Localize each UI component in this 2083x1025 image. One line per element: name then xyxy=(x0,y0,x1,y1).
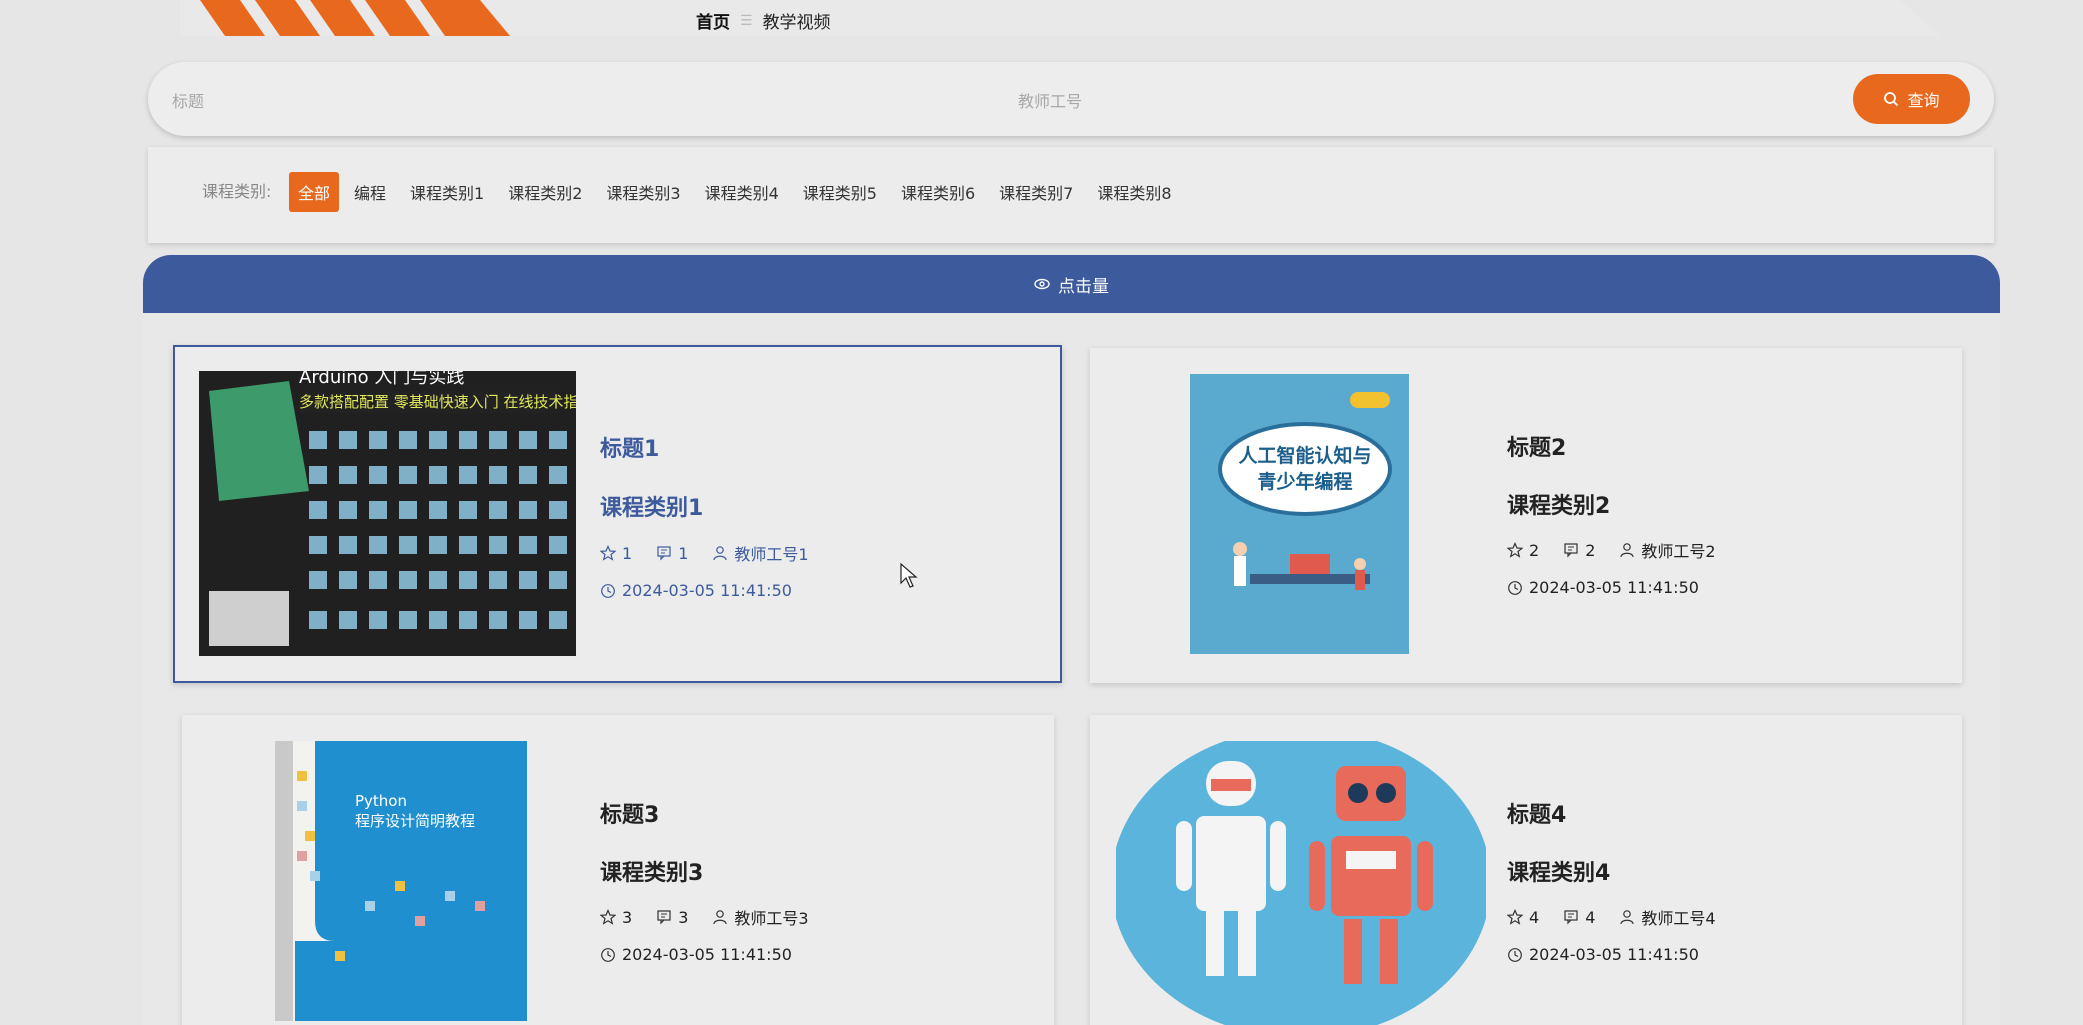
star-icon xyxy=(1507,542,1523,558)
title-search-input[interactable]: 标题 xyxy=(172,88,204,112)
card-category: 课程类别1 xyxy=(600,496,704,521)
category-chip-8[interactable]: 课程类别8 xyxy=(1088,172,1180,212)
comment-icon xyxy=(657,910,671,925)
category-chip-3[interactable]: 课程类别3 xyxy=(597,172,689,212)
search-bar: 标题 教师工号 查询 xyxy=(148,62,1994,136)
card-title[interactable]: 标题4 xyxy=(1507,797,1566,829)
top-banner-decoration xyxy=(180,0,1940,36)
video-thumbnail[interactable]: 人工智能认知与 青少年编程 xyxy=(1190,374,1409,654)
breadcrumb-current: 教学视频 xyxy=(762,13,831,33)
user-icon xyxy=(1620,910,1634,925)
search-button-label: 查询 xyxy=(1907,91,1940,110)
breadcrumb: 首页 ☰ 教学视频 xyxy=(696,8,831,34)
clock-icon xyxy=(601,583,615,598)
category-chip-programming[interactable]: 编程 xyxy=(345,172,395,212)
comments-count: 4 xyxy=(1585,907,1596,927)
publish-time: 2024-03-05 11:41:50 xyxy=(622,581,792,600)
likes-count: 2 xyxy=(1529,540,1540,560)
clock-icon xyxy=(601,947,615,962)
user-icon xyxy=(713,546,727,561)
comment-icon xyxy=(1564,910,1578,925)
category-chip-1[interactable]: 课程类别1 xyxy=(401,172,493,212)
card-title[interactable]: 标题2 xyxy=(1507,430,1566,462)
category-chip-7[interactable]: 课程类别7 xyxy=(990,172,1082,212)
card-category: 课程类别4 xyxy=(1507,861,1611,886)
video-card[interactable]: Python 程序设计简明教程 标题3 课程类别3 3 3 教师工号3 2024… xyxy=(182,715,1054,1025)
likes-count: 1 xyxy=(622,543,633,563)
comments-count: 3 xyxy=(678,907,689,927)
search-icon xyxy=(1884,92,1899,107)
category-chip-all[interactable]: 全部 xyxy=(289,172,340,212)
publish-time: 2024-03-05 11:41:50 xyxy=(1529,945,1699,964)
star-icon xyxy=(600,545,616,561)
card-time: 2024-03-05 11:41:50 xyxy=(1507,945,1699,964)
likes-count: 4 xyxy=(1529,907,1540,927)
video-thumbnail[interactable] xyxy=(1116,741,1486,1025)
card-meta: 3 3 教师工号3 xyxy=(600,905,827,929)
user-icon xyxy=(1620,543,1634,558)
thumb-text: 程序设计简明教程 xyxy=(355,812,475,830)
comments-count: 1 xyxy=(678,543,689,563)
robots-illustration-image xyxy=(1116,741,1486,1025)
teacher-id-search-input[interactable]: 教师工号 xyxy=(1018,88,1082,112)
python-book-cover-image: Python 程序设计简明教程 xyxy=(275,741,527,1021)
thumb-text: Arduino 入门与实践 xyxy=(299,371,464,388)
clock-icon xyxy=(1508,947,1522,962)
card-meta: 1 1 教师工号1 xyxy=(600,541,827,565)
publish-time: 2024-03-05 11:41:50 xyxy=(622,945,792,964)
video-card[interactable]: Arduino 入门与实践 多款搭配配置 零基础快速入门 在线技术指导 标题1 … xyxy=(173,345,1062,683)
thumb-text: Python xyxy=(355,792,407,810)
card-time: 2024-03-05 11:41:50 xyxy=(600,945,792,964)
star-icon xyxy=(1507,909,1523,925)
teacher-id: 教师工号2 xyxy=(1641,542,1716,561)
publish-time: 2024-03-05 11:41:50 xyxy=(1529,578,1699,597)
star-icon xyxy=(600,909,616,925)
comment-icon xyxy=(657,546,671,561)
sort-label: 点击量 xyxy=(1058,276,1109,297)
likes-count: 3 xyxy=(622,907,633,927)
clock-icon xyxy=(1508,580,1522,595)
category-chip-2[interactable]: 课程类别2 xyxy=(499,172,591,212)
card-title[interactable]: 标题3 xyxy=(600,797,659,829)
card-category: 课程类别3 xyxy=(600,861,704,886)
teacher-id: 教师工号1 xyxy=(734,545,809,564)
ai-book-cover-image: 人工智能认知与 青少年编程 xyxy=(1190,374,1409,654)
card-time: 2024-03-05 11:41:50 xyxy=(600,581,792,600)
teacher-id: 教师工号3 xyxy=(734,909,809,928)
breadcrumb-separator-icon: ☰ xyxy=(740,12,753,29)
thumb-text: 青少年编程 xyxy=(1257,470,1352,493)
search-button[interactable]: 查询 xyxy=(1853,74,1970,124)
card-category: 课程类别2 xyxy=(1507,494,1611,519)
eye-icon xyxy=(1034,278,1050,290)
thumb-text: 多款搭配配置 零基础快速入门 在线技术指导 xyxy=(299,393,576,411)
category-filter: 课程类别: 全部 编程 课程类别1 课程类别2 课程类别3 课程类别4 课程类别… xyxy=(148,147,1994,243)
top-nav-bar: 首页 ☰ 教学视频 xyxy=(180,0,1940,36)
video-thumbnail[interactable]: Python 程序设计简明教程 xyxy=(275,741,527,1021)
card-title[interactable]: 标题1 xyxy=(600,431,659,463)
comment-icon xyxy=(1564,543,1578,558)
category-chips: 全部 编程 课程类别1 课程类别2 课程类别3 课程类别4 课程类别5 课程类别… xyxy=(289,172,1187,212)
card-meta: 4 4 教师工号4 xyxy=(1507,905,1734,929)
user-icon xyxy=(713,910,727,925)
category-chip-5[interactable]: 课程类别5 xyxy=(794,172,886,212)
breadcrumb-home-link[interactable]: 首页 xyxy=(696,8,730,33)
arduino-kit-image: Arduino 入门与实践 多款搭配配置 零基础快速入门 在线技术指导 xyxy=(199,371,576,656)
mouse-cursor-icon xyxy=(900,563,918,588)
card-meta: 2 2 教师工号2 xyxy=(1507,538,1734,562)
video-card[interactable]: 人工智能认知与 青少年编程 标题2 课程类别2 2 2 教师工号2 2024-0… xyxy=(1090,348,1962,683)
category-chip-4[interactable]: 课程类别4 xyxy=(696,172,788,212)
thumb-text: 人工智能认知与 xyxy=(1238,444,1371,467)
teacher-id: 教师工号4 xyxy=(1641,909,1716,928)
card-time: 2024-03-05 11:41:50 xyxy=(1507,578,1699,597)
video-card[interactable]: 标题4 课程类别4 4 4 教师工号4 2024-03-05 11:41:50 xyxy=(1090,715,1962,1025)
comments-count: 2 xyxy=(1585,540,1596,560)
category-filter-label: 课程类别: xyxy=(202,182,272,201)
sort-by-clicks-bar[interactable]: 点击量 xyxy=(143,255,2000,313)
video-thumbnail[interactable]: Arduino 入门与实践 多款搭配配置 零基础快速入门 在线技术指导 xyxy=(199,371,576,656)
category-chip-6[interactable]: 课程类别6 xyxy=(892,172,984,212)
